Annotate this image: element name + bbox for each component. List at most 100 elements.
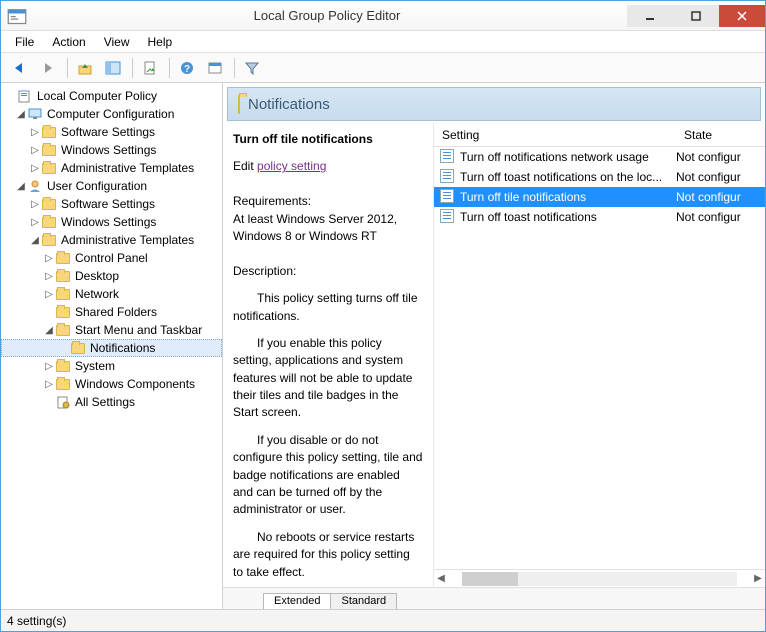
view-tabs: Extended Standard [223, 587, 765, 609]
show-hide-tree-button[interactable] [100, 56, 126, 80]
policy-root-icon [17, 89, 33, 103]
help-button[interactable]: ? [174, 56, 200, 80]
window-title: Local Group Policy Editor [27, 8, 627, 23]
tree-notifications[interactable]: ▷ Notifications [1, 339, 222, 357]
tree-start-menu-taskbar[interactable]: ◢ Start Menu and Taskbar [1, 321, 222, 339]
tree-control-panel[interactable]: ▷ Control Panel [1, 249, 222, 267]
folder-icon [55, 251, 71, 265]
list-row[interactable]: Turn off toast notificationsNot configur [434, 207, 765, 227]
toolbar-separator [234, 58, 235, 78]
nav-forward-button[interactable] [35, 56, 61, 80]
tree-cc-admin[interactable]: ▷ Administrative Templates [1, 159, 222, 177]
computer-icon [27, 107, 43, 121]
tree-uc-software[interactable]: ▷ Software Settings [1, 195, 222, 213]
menu-help[interactable]: Help [140, 33, 181, 51]
menu-view[interactable]: View [96, 33, 138, 51]
filter-button[interactable] [239, 56, 265, 80]
scroll-left-arrow[interactable]: ◀ [434, 573, 448, 584]
tree-label: Local Computer Policy [37, 89, 157, 103]
policy-item-icon [440, 209, 456, 225]
tree-windows-components[interactable]: ▷ Windows Components [1, 375, 222, 393]
tree-label: Windows Settings [61, 143, 156, 157]
tree-uc-windows[interactable]: ▷ Windows Settings [1, 213, 222, 231]
content-pane: Notifications Turn off tile notification… [223, 83, 765, 609]
description-pane: Turn off tile notifications Edit policy … [223, 123, 433, 587]
tree-network[interactable]: ▷ Network [1, 285, 222, 303]
list-row-state: Not configur [676, 150, 752, 164]
tree-label: Notifications [90, 341, 155, 355]
nav-back-button[interactable] [7, 56, 33, 80]
folder-icon [55, 377, 71, 391]
titlebar: Local Group Policy Editor [1, 1, 765, 31]
tree-label: Software Settings [61, 125, 155, 139]
col-state-header[interactable]: State [676, 128, 752, 142]
list-row[interactable]: Turn off tile notificationsNot configur [434, 187, 765, 207]
folder-icon [55, 269, 71, 283]
tree-label: Software Settings [61, 197, 155, 211]
tree-root[interactable]: ▷ Local Computer Policy [1, 87, 222, 105]
tree-desktop[interactable]: ▷ Desktop [1, 267, 222, 285]
list-row-setting: Turn off toast notifications [460, 210, 676, 224]
edit-policy-link[interactable]: policy setting [257, 159, 326, 173]
description-p3: If you disable or do not configure this … [233, 432, 423, 519]
folder-icon [41, 143, 57, 157]
scroll-right-arrow[interactable]: ▶ [751, 573, 765, 584]
folder-icon [41, 233, 57, 247]
tree-system[interactable]: ▷ System [1, 357, 222, 375]
scroll-thumb[interactable] [462, 572, 518, 586]
description-p2: If you enable this policy setting, appli… [233, 335, 423, 422]
tree-cc-software[interactable]: ▷ Software Settings [1, 123, 222, 141]
list-body[interactable]: Turn off notifications network usageNot … [434, 147, 765, 569]
tree-label: All Settings [75, 395, 135, 409]
description-p1: This policy setting turns off tile notif… [233, 290, 423, 325]
tree-label: System [75, 359, 115, 373]
list-row-state: Not configur [676, 210, 752, 224]
list-row[interactable]: Turn off toast notifications on the loc.… [434, 167, 765, 187]
tree-computer-config[interactable]: ◢ Computer Configuration [1, 105, 222, 123]
properties-button[interactable] [202, 56, 228, 80]
menu-file[interactable]: File [7, 33, 42, 51]
col-setting-header[interactable]: Setting [434, 128, 676, 142]
list-row-state: Not configur [676, 190, 752, 204]
menu-action[interactable]: Action [44, 33, 93, 51]
maximize-button[interactable] [673, 5, 719, 27]
toolbar: ? [1, 53, 765, 83]
tree-label: Windows Settings [61, 215, 156, 229]
folder-icon [55, 359, 71, 373]
tree-uc-admin[interactable]: ◢ Administrative Templates [1, 231, 222, 249]
policy-item-icon [440, 169, 456, 185]
tree-label: Administrative Templates [61, 161, 194, 175]
statusbar: 4 setting(s) [1, 609, 765, 631]
minimize-button[interactable] [627, 5, 673, 27]
folder-icon [55, 287, 71, 301]
policy-item-icon [440, 149, 456, 165]
description-p4: No reboots or service restarts are requi… [233, 529, 423, 581]
tree-label: User Configuration [47, 179, 147, 193]
list-row-setting: Turn off toast notifications on the loc.… [460, 170, 676, 184]
settings-list-pane: Setting State Turn off notifications net… [433, 123, 765, 587]
tab-extended[interactable]: Extended [263, 593, 331, 609]
list-row-state: Not configur [676, 170, 752, 184]
content-header: Notifications [227, 87, 761, 121]
folder-icon [70, 341, 86, 355]
folder-icon [55, 305, 71, 319]
refresh-button[interactable] [137, 56, 163, 80]
tree-cc-windows[interactable]: ▷ Windows Settings [1, 141, 222, 159]
list-row[interactable]: Turn off notifications network usageNot … [434, 147, 765, 167]
tree-all-settings[interactable]: ▷ All Settings [1, 393, 222, 411]
app-icon [7, 6, 27, 26]
toolbar-separator [67, 58, 68, 78]
horizontal-scrollbar[interactable]: ◀ ▶ [434, 569, 765, 587]
tree-shared-folders[interactable]: ▷ Shared Folders [1, 303, 222, 321]
folder-icon [41, 161, 57, 175]
tree-user-config[interactable]: ◢ User Configuration [1, 177, 222, 195]
requirements-text: At least Windows Server 2012, Windows 8 … [233, 211, 423, 246]
user-icon [27, 179, 43, 193]
tree-label: Network [75, 287, 119, 301]
tree-pane[interactable]: ▷ Local Computer Policy ◢ Computer Confi… [1, 83, 223, 609]
tree-label: Desktop [75, 269, 119, 283]
up-level-button[interactable] [72, 56, 98, 80]
close-button[interactable] [719, 5, 765, 27]
tree-label: Start Menu and Taskbar [75, 323, 202, 337]
tab-standard[interactable]: Standard [330, 593, 397, 609]
